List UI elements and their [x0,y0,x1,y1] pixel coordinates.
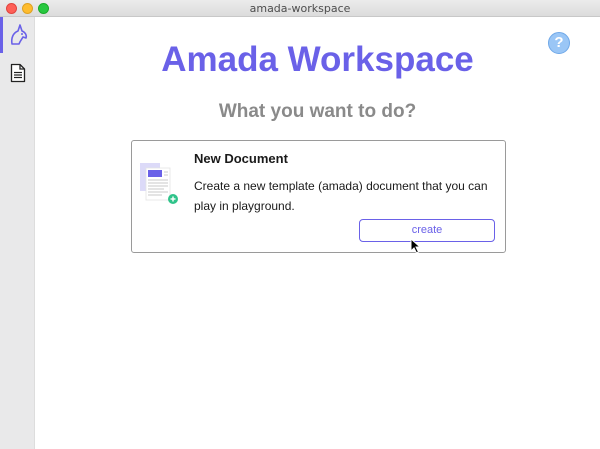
mouse-cursor-icon [410,238,422,254]
sidebar-item-documents[interactable] [0,55,35,91]
window-title: amada-workspace [249,2,351,15]
sidebar-item-home[interactable] [0,17,35,53]
card-title: New Document [194,151,288,166]
new-document-card: New Document Create a new template (amad… [131,140,506,253]
sidebar [0,17,35,449]
page-title: Amada Workspace [161,40,474,79]
card-description: Create a new template (amada) document t… [194,179,488,213]
title-bar: amada-workspace [0,0,600,17]
create-button[interactable]: create [359,219,495,242]
page-subtitle: What you want to do? [218,101,417,122]
new-document-illustration [140,163,178,204]
document-icon [10,63,25,83]
unicorn-logo-icon [10,24,28,45]
